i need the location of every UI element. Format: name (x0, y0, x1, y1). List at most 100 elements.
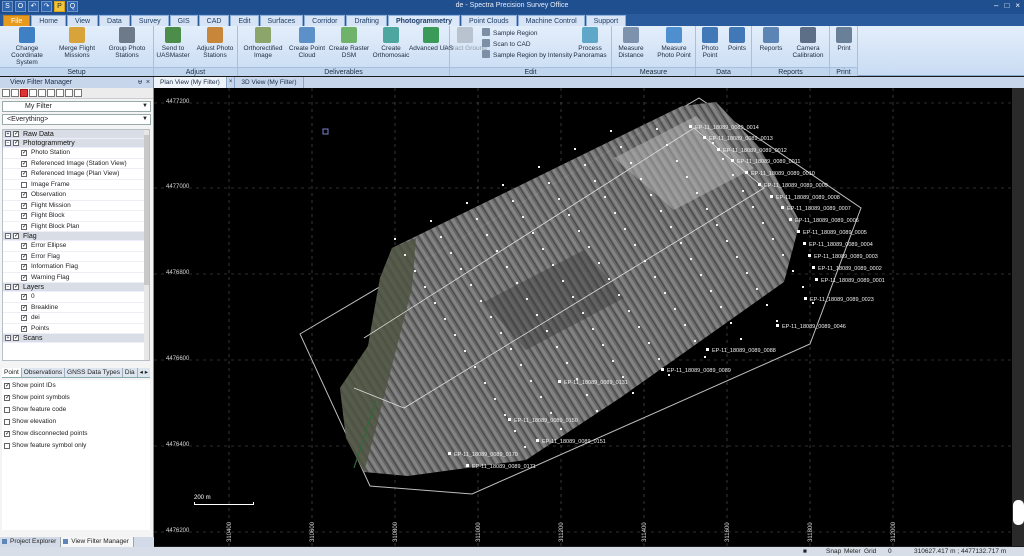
photo-station-marker[interactable] (592, 328, 594, 330)
group-photo-stations-button[interactable]: Group Photo Stations (102, 27, 152, 59)
tree-category[interactable]: + ✓ Scans (3, 334, 149, 343)
photo-station-marker[interactable] (430, 220, 432, 222)
photo-station-marker[interactable] (394, 238, 396, 240)
item-checkbox[interactable]: ✓ (21, 325, 27, 332)
photo-station-marker[interactable] (548, 182, 550, 184)
photo-station-marker[interactable] (540, 396, 542, 398)
photo-station-marker[interactable] (500, 332, 502, 334)
tree-scrollbar[interactable] (144, 130, 149, 360)
photo-station-marker[interactable] (694, 340, 696, 342)
tree-item[interactable]: ✓ Referenced Image (Plan View) (3, 169, 149, 180)
category-checkbox[interactable]: ✓ (13, 233, 19, 239)
item-checkbox[interactable]: ✓ (21, 150, 27, 156)
photo-station-marker[interactable] (666, 144, 668, 146)
tree-item[interactable]: ✓ Flight Mission (3, 201, 149, 211)
photo-station-marker[interactable] (530, 380, 532, 382)
photo-station-marker[interactable] (690, 258, 692, 260)
tab-3d-view[interactable]: 3D View (My Filter) (235, 77, 304, 88)
photo-station-marker[interactable] (556, 346, 558, 348)
photo-station-marker[interactable] (706, 208, 708, 210)
tree-category[interactable]: − ✓ Photogrammetry (3, 139, 149, 148)
photo-station-marker[interactable] (674, 308, 676, 310)
item-checkbox[interactable]: ✓ (21, 213, 27, 219)
photo-station-marker[interactable] (745, 171, 748, 174)
item-checkbox[interactable]: ✓ (21, 171, 27, 177)
option-checkbox[interactable]: ✓ (4, 395, 10, 401)
photo-station-marker[interactable] (558, 380, 561, 383)
navigation-wheel-icon[interactable] (1013, 500, 1024, 525)
tree-item[interactable]: ✓ Referenced Image (Station View) (3, 159, 149, 169)
photo-station-marker[interactable] (720, 306, 722, 308)
category-checkbox[interactable]: ✓ (13, 131, 19, 137)
photo-station-marker[interactable] (712, 142, 714, 144)
photo-station-marker[interactable] (758, 183, 761, 186)
photo-station-marker[interactable] (789, 218, 792, 221)
maximize-button[interactable]: □ (1004, 1, 1009, 10)
photo-station-marker[interactable] (710, 290, 712, 292)
photo-station-marker[interactable] (610, 130, 612, 132)
photo-station-marker[interactable] (496, 250, 498, 252)
photo-station-marker[interactable] (648, 342, 650, 344)
photo-station-marker[interactable] (586, 394, 588, 396)
photo-station-marker[interactable] (584, 164, 586, 166)
tree-item[interactable]: ✓ Breakline (3, 303, 149, 313)
photo-station-marker[interactable] (628, 310, 630, 312)
tab-edit[interactable]: Edit (230, 15, 259, 26)
option-checkbox[interactable]: ✓ (4, 383, 10, 389)
export-icon[interactable] (38, 89, 46, 97)
photo-station-marker[interactable] (562, 280, 564, 282)
expand-toggle-icon[interactable]: − (5, 233, 11, 239)
photo-station-marker[interactable] (792, 270, 794, 272)
pin-icon[interactable]: ᵾ (138, 77, 142, 88)
photo-station-marker[interactable] (640, 178, 642, 180)
photo-station-marker[interactable] (656, 128, 658, 130)
point-option[interactable]: Show elevation (2, 416, 150, 428)
photo-station-marker[interactable] (660, 210, 662, 212)
photo-station-marker[interactable] (696, 192, 698, 194)
photo-station-marker[interactable] (815, 278, 818, 281)
camera-calibration-button[interactable]: Camera Calibration (788, 27, 828, 59)
tab-close-icon[interactable]: × (227, 77, 236, 88)
photo-station-marker[interactable] (624, 228, 626, 230)
photo-station-marker[interactable] (578, 230, 580, 232)
measure-photo-point-button[interactable]: Measure Photo Point (652, 27, 696, 59)
photo-station-marker[interactable] (536, 439, 539, 442)
tab-plan-view[interactable]: Plan View (My Filter) (154, 77, 227, 88)
photo-station-marker[interactable] (803, 242, 806, 245)
photo-station-marker[interactable] (689, 125, 692, 128)
photo-station-marker[interactable] (576, 378, 578, 380)
photo-station-marker[interactable] (706, 348, 709, 351)
import-icon[interactable] (29, 89, 37, 97)
photo-station-marker[interactable] (630, 162, 632, 164)
photo-station-marker[interactable] (508, 418, 511, 421)
tree-item[interactable]: ✓ Information Flag (3, 262, 149, 273)
option-checkbox[interactable] (4, 407, 10, 413)
expand-toggle-icon[interactable]: − (5, 140, 11, 146)
scan-to-cad-button[interactable]: Scan to CAD (482, 39, 531, 49)
panel-close-icon[interactable]: × (146, 77, 150, 88)
photo-station-marker[interactable] (700, 274, 702, 276)
expand-icon[interactable] (65, 89, 73, 97)
photo-station-marker[interactable] (574, 148, 576, 150)
expand-toggle-icon[interactable]: + (5, 131, 11, 137)
photo-station-marker[interactable] (612, 360, 614, 362)
photo-station-marker[interactable] (424, 286, 426, 288)
photo-station-marker[interactable] (752, 206, 754, 208)
photo-station-marker[interactable] (486, 234, 488, 236)
photo-station-marker[interactable] (524, 446, 526, 448)
photo-station-marker[interactable] (414, 270, 416, 272)
sample-region-button[interactable]: Sample Region (482, 28, 537, 38)
photo-station-marker[interactable] (704, 356, 706, 358)
tab-corridor[interactable]: Corridor (304, 15, 346, 26)
sample-region-intensity-button[interactable]: Sample Region by Intensity (482, 50, 572, 60)
item-checkbox[interactable]: ✓ (21, 264, 27, 270)
photo-station-marker[interactable] (703, 136, 706, 139)
tab-data[interactable]: Data (99, 15, 130, 26)
tree-item[interactable]: ✓ Error Ellipse (3, 241, 149, 252)
photo-station-marker[interactable] (594, 180, 596, 182)
tab-point[interactable]: Point (2, 368, 22, 377)
photo-station-marker[interactable] (776, 320, 778, 322)
tree-item[interactable]: ✓ Observation (3, 190, 149, 201)
photo-station-marker[interactable] (620, 146, 622, 148)
item-checkbox[interactable]: ✓ (21, 274, 27, 281)
